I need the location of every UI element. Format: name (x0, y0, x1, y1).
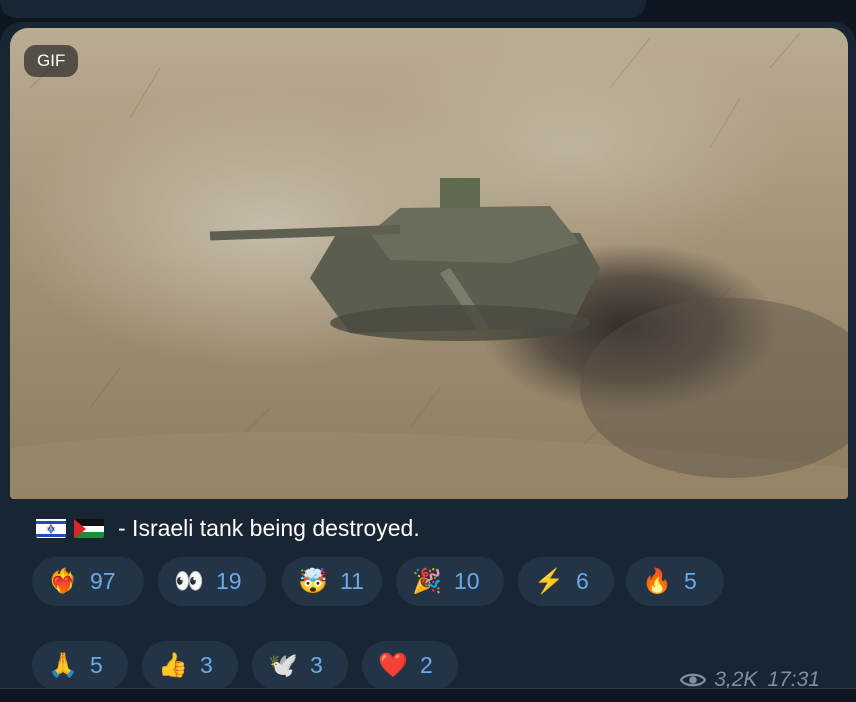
reaction-count: 3 (310, 652, 323, 678)
red-heart-icon: ❤️ (378, 651, 408, 679)
reaction-count: 5 (684, 568, 697, 594)
reaction-count: 11 (340, 568, 364, 594)
message-caption: - Israeli tank being destroyed. (36, 512, 420, 544)
gif-badge: GIF (24, 45, 79, 77)
reaction-heart-on-fire[interactable]: ❤️‍🔥 97 (32, 557, 144, 606)
reaction-lightning[interactable]: ⚡ 6 (518, 557, 614, 606)
reaction-count: 6 (576, 568, 589, 594)
eye-icon (680, 671, 707, 689)
tank-video-thumbnail (10, 28, 848, 499)
thumbs-up-icon: 👍 (158, 651, 188, 679)
reaction-eyes[interactable]: 👀 19 (158, 557, 266, 606)
reaction-dove[interactable]: 🕊️ 3 (252, 641, 348, 690)
israel-flag-icon (36, 518, 66, 538)
reaction-red-heart[interactable]: ❤️ 2 (362, 641, 458, 690)
previous-message-bubble (0, 0, 646, 18)
bottom-divider (0, 688, 856, 702)
gif-media[interactable]: GIF (10, 28, 848, 499)
eyes-icon: 👀 (174, 567, 204, 595)
exploding-head-icon: 🤯 (298, 567, 328, 595)
reaction-exploding-head[interactable]: 🤯 11 (282, 557, 382, 606)
heart-on-fire-icon: ❤️‍🔥 (48, 567, 78, 595)
folded-hands-icon: 🙏 (48, 651, 78, 679)
reaction-count: 3 (200, 652, 213, 678)
reaction-count: 5 (90, 652, 103, 678)
reaction-folded-hands[interactable]: 🙏 5 (32, 641, 128, 690)
message-bubble: GIF - Israeli tank b (0, 22, 856, 691)
reaction-count: 10 (454, 568, 480, 594)
reaction-count: 97 (90, 568, 116, 594)
palestine-flag-icon (74, 518, 104, 538)
reaction-count: 2 (420, 652, 433, 678)
caption-text: - Israeli tank being destroyed. (118, 514, 420, 541)
reaction-count: 19 (216, 568, 242, 594)
telegram-channel-view: GIF - Israeli tank b (0, 0, 856, 702)
party-popper-icon: 🎉 (412, 567, 442, 595)
reaction-party-popper[interactable]: 🎉 10 (396, 557, 504, 606)
lightning-icon: ⚡ (534, 567, 564, 595)
dove-icon: 🕊️ (268, 651, 298, 679)
fire-icon: 🔥 (642, 567, 672, 595)
reaction-fire[interactable]: 🔥 5 (626, 557, 724, 606)
reaction-thumbs-up[interactable]: 👍 3 (142, 641, 238, 690)
